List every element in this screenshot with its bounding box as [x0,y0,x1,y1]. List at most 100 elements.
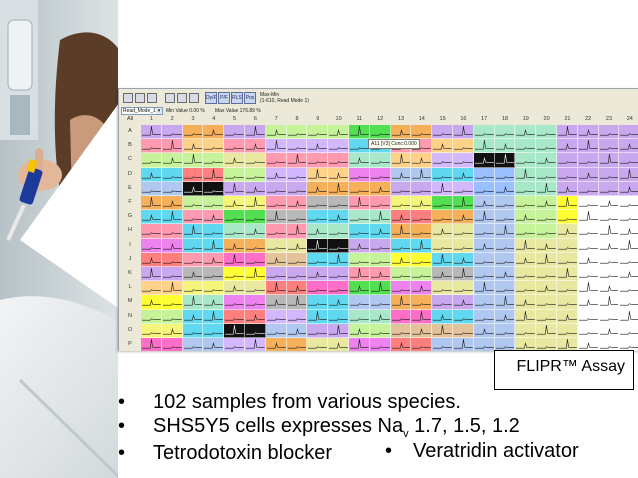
plate-well[interactable] [432,281,453,296]
plate-well[interactable] [349,181,370,196]
plate-well[interactable] [307,196,329,211]
plate-well[interactable] [286,224,308,239]
plate-well[interactable] [245,281,266,296]
plate-well[interactable] [369,338,391,351]
row-header[interactable]: I [121,242,139,248]
plate-well[interactable] [557,252,578,267]
plate-well[interactable] [265,139,287,154]
plate-well[interactable] [494,181,516,196]
plate-well[interactable] [203,295,225,310]
plate-well[interactable] [536,167,557,182]
plate-well[interactable] [203,338,225,351]
plate-well[interactable] [349,153,370,168]
column-header[interactable]: 10 [328,116,349,122]
plate-well[interactable] [619,309,638,324]
plate-well[interactable] [557,196,578,211]
plate-well[interactable] [307,125,329,140]
plate-well[interactable] [557,238,578,253]
plate-well[interactable] [432,125,453,140]
plate-well[interactable] [411,323,433,338]
plate-well[interactable] [515,139,537,154]
plate-well[interactable] [453,309,474,324]
plate-well[interactable] [473,125,495,140]
plate-well[interactable] [265,295,287,310]
plate-well[interactable] [265,238,287,253]
plate-well[interactable] [619,295,638,310]
plate-well[interactable] [598,125,620,140]
plate-well[interactable] [224,338,245,351]
row-header[interactable]: B [121,142,139,148]
column-header[interactable]: 12 [370,116,391,122]
plate-well[interactable] [411,196,433,211]
plate-well[interactable] [515,238,537,253]
plate-well[interactable] [224,323,245,338]
plate-well[interactable] [182,210,204,225]
plate-well[interactable] [224,210,245,225]
plate-well[interactable] [619,196,638,211]
plate-well[interactable] [349,224,370,239]
plate-well[interactable] [328,238,349,253]
plate-well[interactable] [245,252,266,267]
plate-well[interactable] [369,238,391,253]
plate-well[interactable] [473,238,495,253]
plate-well[interactable] [286,267,308,282]
plate-well[interactable] [224,224,245,239]
plate-well[interactable] [307,323,329,338]
plate-well[interactable] [265,167,287,182]
plate-well[interactable] [224,167,245,182]
plate-well[interactable] [515,167,537,182]
plate-well[interactable] [161,224,183,239]
plate-well[interactable] [349,167,370,182]
plate-well[interactable] [453,252,474,267]
plate-well[interactable] [577,295,599,310]
plate-well[interactable] [557,295,578,310]
plate-well[interactable] [307,338,329,351]
plate-well[interactable] [473,167,495,182]
plate-well[interactable] [390,125,412,140]
plate-well[interactable] [286,323,308,338]
plate-well[interactable] [577,125,599,140]
plate-well[interactable] [453,338,474,351]
plate-well[interactable] [182,125,204,140]
plate-well[interactable] [328,139,349,154]
plate-well[interactable] [619,281,638,296]
plate-well[interactable] [619,125,638,140]
column-header[interactable]: 22 [578,116,599,122]
plate-well[interactable] [577,238,599,253]
rls-button[interactable]: RLS [231,92,243,104]
plate-well[interactable] [390,338,412,351]
plate-well[interactable] [515,153,537,168]
plate-well[interactable] [369,224,391,239]
plate-well[interactable] [369,295,391,310]
plate-well[interactable] [307,167,329,182]
plate-well[interactable] [349,139,370,154]
plate-well[interactable] [390,295,412,310]
plate-well[interactable] [307,238,329,253]
plate-well[interactable] [411,224,433,239]
plate-well[interactable] [286,281,308,296]
plate-well[interactable] [536,309,557,324]
plate-well[interactable] [536,267,557,282]
plate-well[interactable] [141,338,162,351]
plate-well[interactable] [224,139,245,154]
plate-well[interactable] [577,323,599,338]
plate-well[interactable] [598,153,620,168]
column-header[interactable]: 13 [391,116,412,122]
plate-well[interactable] [411,167,433,182]
plate-well[interactable] [494,323,516,338]
plate-well[interactable] [598,139,620,154]
plate-well[interactable] [619,267,638,282]
plate-well[interactable] [141,181,162,196]
plate-well[interactable] [515,125,537,140]
plate-well[interactable] [286,125,308,140]
plate-well[interactable] [224,267,245,282]
plate-well[interactable] [161,125,183,140]
plate-well[interactable] [369,252,391,267]
plate-well[interactable] [536,224,557,239]
row-header[interactable]: K [121,270,139,276]
plate-well[interactable] [536,323,557,338]
plate-well[interactable] [619,181,638,196]
plate-well[interactable] [141,224,162,239]
plate-well[interactable] [453,323,474,338]
plate-well[interactable] [577,224,599,239]
